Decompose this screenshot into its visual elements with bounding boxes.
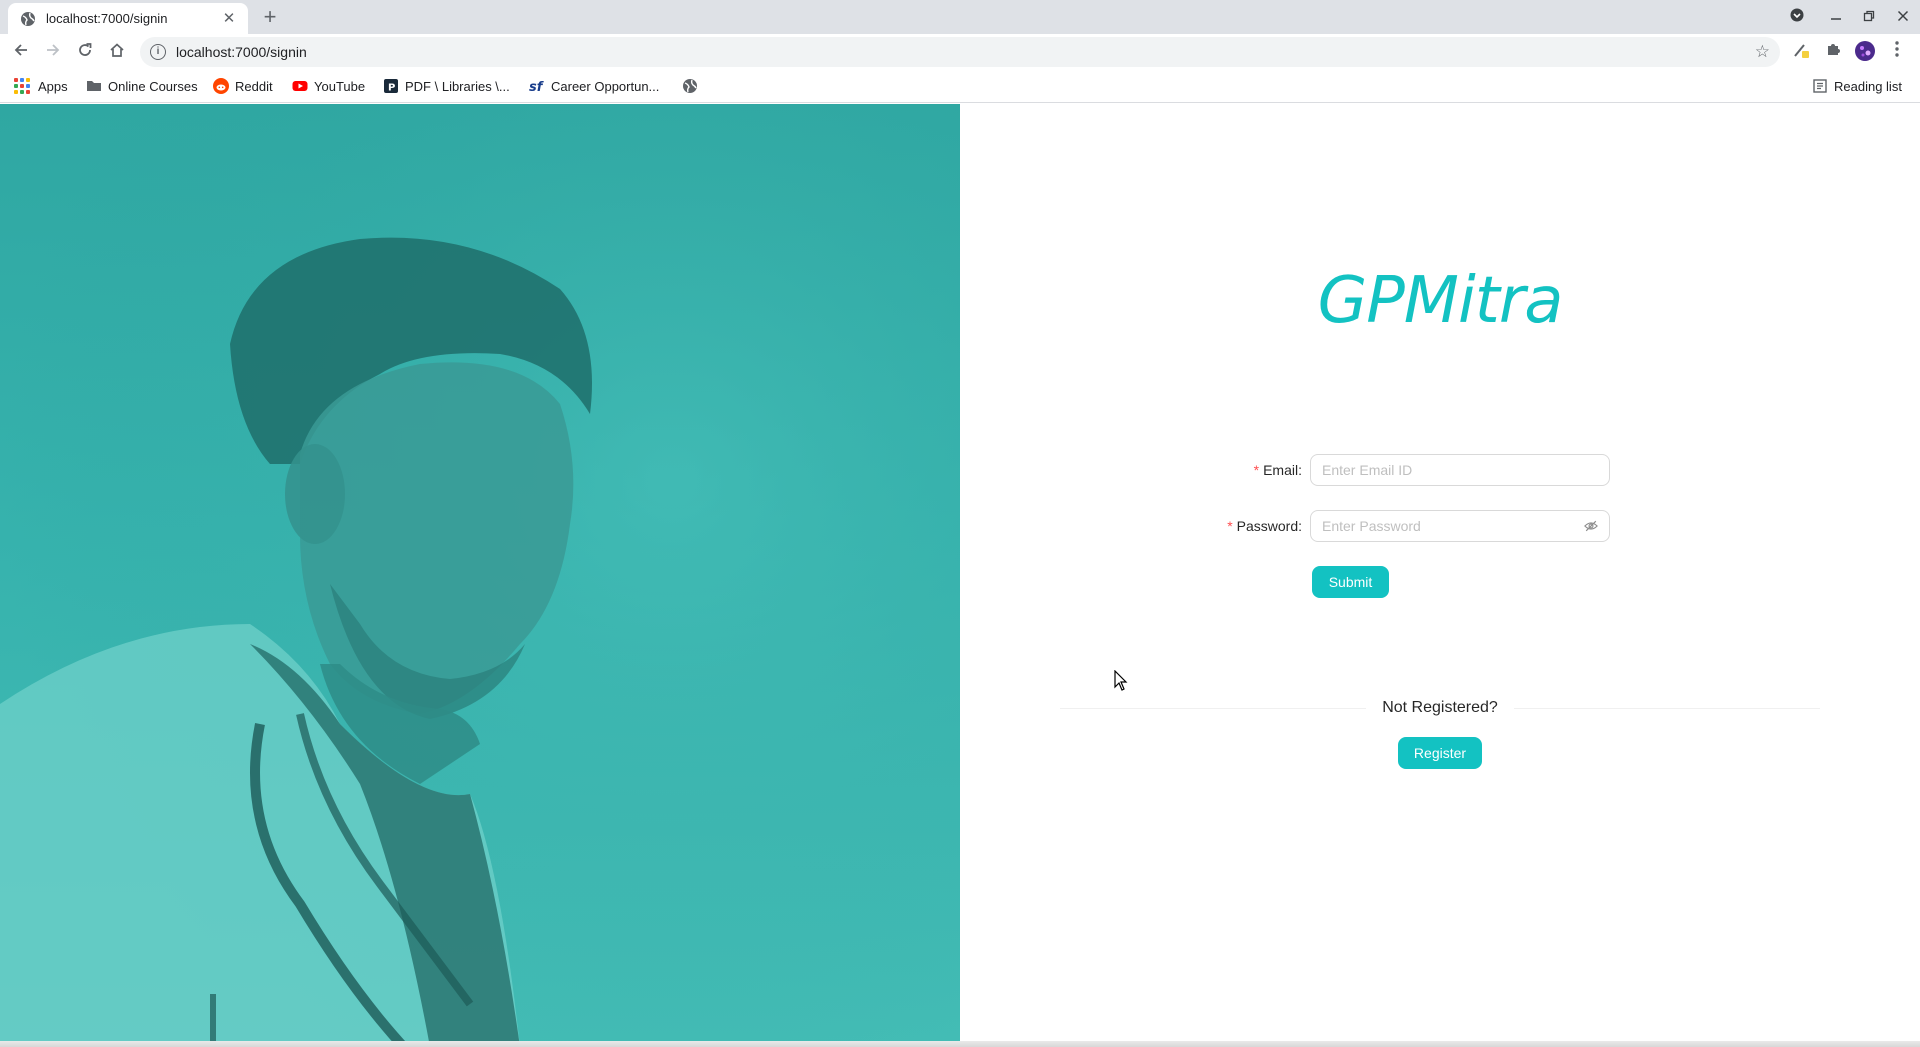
register-button[interactable]: Register: [1398, 737, 1482, 769]
bookmark-globe[interactable]: [682, 76, 704, 96]
profile-avatar-icon[interactable]: [1854, 41, 1876, 63]
window-bottom-edge: [0, 1041, 1920, 1047]
minimize-icon[interactable]: [1825, 6, 1847, 28]
password-label: * Password:: [1227, 518, 1302, 534]
email-placeholder: Enter Email ID: [1322, 462, 1413, 478]
brand-logo: GPMitra: [1317, 264, 1564, 338]
reading-list-icon: [1813, 79, 1827, 93]
svg-text:P: P: [388, 83, 395, 94]
site-info-icon[interactable]: i: [150, 44, 166, 60]
password-placeholder: Enter Password: [1322, 518, 1421, 534]
email-form-row: * Email: Enter Email ID: [960, 454, 1610, 486]
tab-title: localhost:7000/signin: [46, 11, 168, 26]
submit-button[interactable]: Submit: [1312, 566, 1389, 598]
doctor-photo: [0, 104, 960, 1047]
email-label: * Email:: [1253, 462, 1302, 478]
sf-icon: sf: [529, 80, 545, 94]
youtube-icon: [292, 81, 308, 91]
bookmark-online-courses[interactable]: Online Courses: [86, 76, 198, 96]
close-window-icon[interactable]: [1892, 6, 1914, 28]
forward-arrow-icon[interactable]: [41, 40, 65, 64]
password-input[interactable]: Enter Password: [1310, 510, 1610, 542]
required-marker: *: [1253, 462, 1260, 478]
globe-icon: [683, 79, 697, 93]
eye-invisible-icon[interactable]: [1584, 519, 1598, 533]
bookmark-label: PDF \ Libraries \...: [405, 78, 510, 94]
email-input[interactable]: Enter Email ID: [1310, 454, 1610, 486]
reading-list-label: Reading list: [1834, 78, 1902, 94]
bookmark-label: Reddit: [235, 78, 273, 94]
hero-image-doctor: [0, 104, 960, 1047]
back-arrow-icon[interactable]: [9, 40, 33, 64]
pdf-icon: P: [384, 79, 398, 94]
password-form-row: * Password: Enter Password: [960, 510, 1610, 542]
tab-close-icon[interactable]: ✕: [220, 10, 238, 28]
home-icon[interactable]: [105, 40, 129, 64]
globe-icon: [21, 11, 35, 26]
folder-icon: [87, 81, 101, 91]
bookmark-reddit[interactable]: Reddit: [213, 76, 273, 96]
bookmarks-bar: Apps Online Courses Reddit YouTube P PDF…: [0, 70, 1920, 103]
not-registered-divider: Not Registered?: [1060, 697, 1820, 719]
not-registered-text: Not Registered?: [1382, 699, 1498, 716]
restore-icon[interactable]: [1858, 6, 1880, 28]
bookmark-label: Apps: [38, 78, 68, 94]
signin-page: GPMitra * Email: Enter Email ID * Password…: [0, 104, 1920, 1047]
address-url: localhost:7000/signin: [176, 44, 307, 60]
divider-line-left: [1060, 707, 1367, 709]
new-tab-button[interactable]: +: [258, 5, 282, 29]
extension-pen-icon[interactable]: [1790, 41, 1812, 63]
bookmark-youtube[interactable]: YouTube: [292, 76, 365, 96]
tab-search-icon[interactable]: [1786, 6, 1808, 28]
signin-panel: GPMitra * Email: Enter Email ID * Password…: [960, 104, 1920, 1047]
reload-icon[interactable]: [73, 40, 97, 64]
bookmark-label: Online Courses: [108, 78, 198, 94]
browser-menu-icon[interactable]: [1886, 41, 1908, 63]
bookmark-star-icon[interactable]: ☆: [1755, 42, 1770, 62]
address-bar[interactable]: i localhost:7000/signin ☆: [140, 37, 1780, 67]
bookmark-label: YouTube: [314, 78, 366, 94]
bookmark-label: Career Opportun...: [551, 78, 660, 94]
reddit-icon: [213, 78, 229, 94]
browser-toolbar: i localhost:7000/signin ☆: [0, 34, 1920, 70]
mouse-cursor-icon: [1114, 670, 1128, 691]
required-marker: *: [1227, 518, 1233, 534]
svg-text:sf: sf: [529, 80, 545, 94]
extensions-puzzle-icon[interactable]: [1822, 41, 1844, 63]
browser-tabstrip: localhost:7000/signin ✕ +: [0, 0, 1920, 34]
bookmark-career[interactable]: sf Career Opportun...: [529, 76, 659, 96]
reading-list[interactable]: Reading list: [1812, 76, 1902, 96]
browser-tab[interactable]: localhost:7000/signin ✕: [8, 3, 248, 34]
bookmark-pdf-libraries[interactable]: P PDF \ Libraries \...: [383, 76, 510, 96]
apps-grid-icon: [14, 78, 30, 94]
divider-line-right: [1513, 707, 1820, 709]
bookmark-apps[interactable]: Apps: [14, 76, 68, 96]
